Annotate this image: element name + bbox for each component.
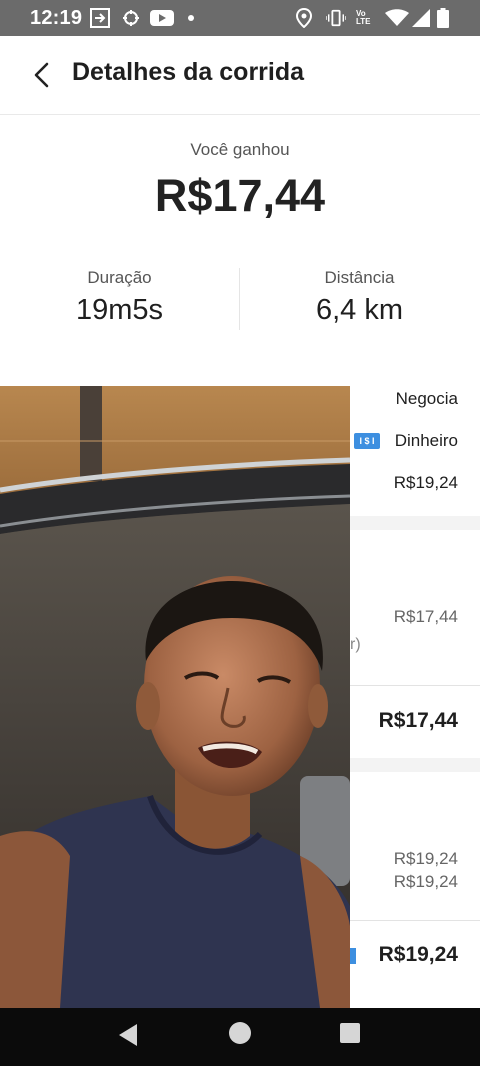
fare-value: R$19,24: [393, 473, 458, 492]
youtube-icon: [150, 8, 174, 28]
earnings-total: R$17,44: [378, 709, 458, 732]
nav-back-button[interactable]: [117, 1022, 141, 1048]
duration-stat: Duração 19m5s: [0, 268, 239, 327]
back-arrow-icon: [34, 62, 49, 88]
back-button[interactable]: [24, 58, 58, 92]
distance-stat: Distância 6,4 km: [240, 268, 479, 327]
distance-label: Distância: [324, 268, 395, 287]
nav-home-icon[interactable]: [229, 1022, 251, 1044]
page-title: Detalhes da corrida: [72, 58, 305, 86]
note-fragment: r): [350, 636, 361, 653]
cash-icon-partial: [350, 948, 356, 964]
charged-line-2: R$19,24: [393, 872, 458, 891]
status-time: 12:19: [30, 7, 83, 29]
duration-label: Duração: [87, 268, 152, 287]
charged-total: R$19,24: [378, 943, 458, 966]
divider-line: [350, 685, 480, 686]
volte-label: Vo LTE: [356, 9, 371, 26]
system-nav-bar: [0, 1008, 480, 1066]
vibrate-icon: [326, 8, 346, 28]
charged-line-1: R$19,24: [393, 849, 458, 868]
dot-icon: [181, 8, 201, 28]
divider-line: [350, 920, 480, 921]
cellular-signal-icon: [411, 8, 431, 28]
payment-method: Dinheiro: [394, 431, 458, 450]
nav-recents-icon[interactable]: [340, 1023, 360, 1043]
camera-video-icon: [0, 386, 350, 1008]
nav-back-icon: [119, 1024, 137, 1046]
distance-value: 6,4 km: [315, 294, 404, 326]
battery-icon: [436, 8, 450, 28]
duration-value: 19m5s: [75, 294, 164, 326]
app-header: Detalhes da corrida: [0, 36, 480, 115]
video-overlay[interactable]: [0, 386, 350, 1008]
volte-icon: Vo LTE: [356, 8, 378, 28]
ride-type: Negocia: [395, 389, 458, 408]
cash-icon: I $ I: [354, 433, 380, 449]
earned-label: Você ganhou: [190, 140, 290, 159]
status-bar: 12:19 Vo LTE: [0, 0, 480, 36]
earnings-line-value: R$17,44: [393, 607, 458, 626]
earned-amount: R$17,44: [154, 170, 326, 221]
wifi-icon: [385, 8, 409, 28]
game-controller-icon: [121, 8, 141, 28]
location-icon: [294, 8, 314, 28]
forward-icon: [90, 8, 110, 28]
